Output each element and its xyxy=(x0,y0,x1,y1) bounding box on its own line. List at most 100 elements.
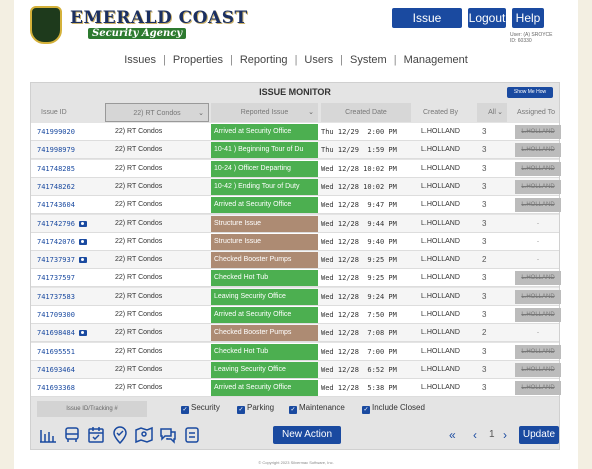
table-row[interactable]: 741742076 22) RT Condos Structure Issue Wed… xyxy=(31,232,561,251)
camera-icon[interactable] xyxy=(78,238,87,245)
tracking-input[interactable]: Issue ID/Tracking # xyxy=(37,401,147,417)
maintenance-checkbox[interactable]: ✓ Maintenance xyxy=(289,403,345,414)
nav-properties[interactable]: Properties xyxy=(173,54,223,66)
all-filter-select[interactable]: All ⌄ xyxy=(477,103,507,122)
issue-id-link[interactable]: 741743604 xyxy=(37,196,75,214)
table-row[interactable]: 741743604 22) RT Condos Arrived at Securit… xyxy=(31,196,561,215)
chat-icon[interactable] xyxy=(159,426,177,444)
reported-issue-cell[interactable]: Arrived at Security Office xyxy=(211,124,318,140)
issue-monitor-button[interactable]: Issue Monitor xyxy=(392,8,462,45)
assigned-to-cell[interactable]: L.HOLLAND xyxy=(515,271,561,286)
col-assigned-to[interactable]: Assigned To xyxy=(517,103,555,122)
bar-chart-icon[interactable] xyxy=(39,426,57,444)
assigned-to-cell[interactable]: - xyxy=(515,235,561,249)
reported-issue-cell[interactable]: Leaving Security Office xyxy=(211,361,318,378)
issue-id-link[interactable]: 741693464 xyxy=(37,361,75,379)
issue-id-link[interactable]: 741999020 xyxy=(37,123,75,141)
first-page-button[interactable]: « xyxy=(449,426,456,444)
assigned-to-cell[interactable]: L.HOLLAND xyxy=(515,125,561,139)
issue-id-link[interactable]: 741693368 xyxy=(37,379,75,397)
bus-icon[interactable] xyxy=(63,426,81,444)
reported-issue-cell[interactable]: 10-41 ) Beginning Tour of Du xyxy=(211,142,318,159)
reported-issue-cell[interactable]: Arrived at Security Office xyxy=(211,380,318,397)
nav-users[interactable]: Users xyxy=(304,54,333,66)
table-row[interactable]: 741737583 22) RT Condos Leaving Security O… xyxy=(31,287,561,306)
reported-issue-cell[interactable]: Arrived at Security Office xyxy=(211,197,318,214)
reported-issue-cell[interactable]: 10-24 ) Officer Departing xyxy=(211,160,318,177)
prev-page-button[interactable]: ‹ xyxy=(473,426,477,444)
issue-id-link[interactable]: 741737597 xyxy=(37,269,75,287)
assigned-to-cell[interactable]: L.HOLLAND xyxy=(515,362,561,377)
reported-issue-filter[interactable]: Reported Issue ⌄ xyxy=(211,103,318,122)
assigned-to-cell[interactable]: L.HOLLAND xyxy=(515,381,561,396)
reported-issue-cell[interactable]: Leaving Security Office xyxy=(211,288,318,305)
assigned-to-cell[interactable]: L.HOLLAND xyxy=(515,308,561,322)
table-row[interactable]: 741695551 22) RT Condos Checked Hot Tub Wed… xyxy=(31,342,561,361)
table-row[interactable]: 741709300 22) RT Condos Arrived at Securit… xyxy=(31,306,561,324)
camera-icon[interactable] xyxy=(78,257,87,264)
created-by-cell: L.HOLLAND xyxy=(421,201,460,209)
nav-reporting[interactable]: Reporting xyxy=(240,54,288,66)
col-created-by[interactable]: Created By xyxy=(423,103,458,122)
nav-management[interactable]: Management xyxy=(404,54,468,66)
issue-id-link[interactable]: 741748285 xyxy=(37,160,75,178)
assigned-to-cell[interactable]: L.HOLLAND xyxy=(515,179,561,194)
reported-issue-cell[interactable]: Structure Issue xyxy=(211,215,318,232)
reported-issue-cell[interactable]: Checked Booster Pumps xyxy=(211,325,318,342)
assigned-to-cell[interactable]: - xyxy=(515,217,561,231)
table-row[interactable]: 741742796 22) RT Condos Structure Issue Wed… xyxy=(31,214,561,233)
reported-issue-cell[interactable]: 10-42 ) Ending Tour of Duty xyxy=(211,178,318,195)
nav-issues[interactable]: Issues xyxy=(124,54,156,66)
issue-id-link[interactable]: 741742796 xyxy=(37,215,87,233)
map-pin-icon[interactable] xyxy=(135,426,153,444)
col-created-date[interactable]: Created Date xyxy=(321,103,411,122)
issue-id-link[interactable]: 741748262 xyxy=(37,178,75,196)
table-row[interactable]: 741748262 22) RT Condos 10-42 ) Ending Tou… xyxy=(31,177,561,196)
camera-icon[interactable] xyxy=(78,220,87,227)
table-row[interactable]: 741737937 22) RT Condos Checked Booster Pu… xyxy=(31,251,561,270)
include-closed-checkbox[interactable]: ✓ Include Closed xyxy=(362,403,425,414)
assigned-to-cell[interactable]: L.HOLLAND xyxy=(515,344,561,359)
next-page-button[interactable]: › xyxy=(503,426,507,444)
issue-id-link[interactable]: 741742076 xyxy=(37,233,87,251)
property-filter-select[interactable]: 22) RT Condos ⌄ xyxy=(105,103,209,122)
reported-issue-cell[interactable]: Checked Hot Tub xyxy=(211,270,318,287)
assigned-to-cell[interactable]: L.HOLLAND xyxy=(515,198,561,213)
issue-id-link[interactable]: 741709300 xyxy=(37,306,75,324)
issue-id-link[interactable]: 741695551 xyxy=(37,343,75,361)
assigned-to-cell[interactable]: - xyxy=(515,253,561,267)
issue-id-link[interactable]: 741998979 xyxy=(37,141,75,159)
issue-id-link[interactable]: 741698484 xyxy=(37,324,87,342)
assigned-to-cell[interactable]: L.HOLLAND xyxy=(515,289,561,304)
issue-id-link[interactable]: 741737937 xyxy=(37,251,87,269)
issue-id-link[interactable]: 741737583 xyxy=(37,288,75,306)
reported-issue-cell[interactable]: Structure Issue xyxy=(211,233,318,250)
table-row[interactable]: 741748285 22) RT Condos 10-24 ) Officer De… xyxy=(31,159,561,178)
table-row[interactable]: 741998979 22) RT Condos 10-41 ) Beginning … xyxy=(31,141,561,160)
reported-issue-cell[interactable]: Checked Booster Pumps xyxy=(211,252,318,269)
assigned-to-cell[interactable]: L.HOLLAND xyxy=(515,161,561,176)
table-row[interactable]: 741999020 22) RT Condos Arrived at Securit… xyxy=(31,123,561,141)
table-row[interactable]: 741693368 22) RT Condos Arrived at Securit… xyxy=(31,379,561,398)
table-row[interactable]: 741693464 22) RT Condos Leaving Security O… xyxy=(31,360,561,379)
notes-icon[interactable] xyxy=(183,426,201,444)
camera-icon[interactable] xyxy=(78,330,87,337)
assigned-to-cell[interactable]: L.HOLLAND xyxy=(515,143,561,158)
created-by-cell: L.HOLLAND xyxy=(421,128,460,135)
logout-button[interactable]: Logout xyxy=(468,8,506,28)
show-me-how-button[interactable]: Show Me How xyxy=(507,87,553,98)
update-button[interactable]: Update xyxy=(519,426,559,444)
new-action-button[interactable]: New Action xyxy=(273,426,341,444)
location-check-icon[interactable] xyxy=(111,426,129,445)
help-button[interactable]: Help xyxy=(512,8,544,28)
col-issue-id[interactable]: Issue ID xyxy=(41,103,67,122)
reported-issue-cell[interactable]: Checked Hot Tub xyxy=(211,343,318,360)
assigned-to-cell[interactable]: - xyxy=(515,326,561,340)
table-row[interactable]: 741698484 22) RT Condos Checked Booster Pu… xyxy=(31,324,561,343)
table-row[interactable]: 741737597 22) RT Condos Checked Hot Tub Wed… xyxy=(31,269,561,288)
security-checkbox[interactable]: ✓ Security xyxy=(181,403,220,414)
reported-issue-cell[interactable]: Arrived at Security Office xyxy=(211,307,318,323)
nav-system[interactable]: System xyxy=(350,54,387,66)
parking-checkbox[interactable]: ✓ Parking xyxy=(237,403,274,414)
calendar-icon[interactable] xyxy=(87,426,105,444)
